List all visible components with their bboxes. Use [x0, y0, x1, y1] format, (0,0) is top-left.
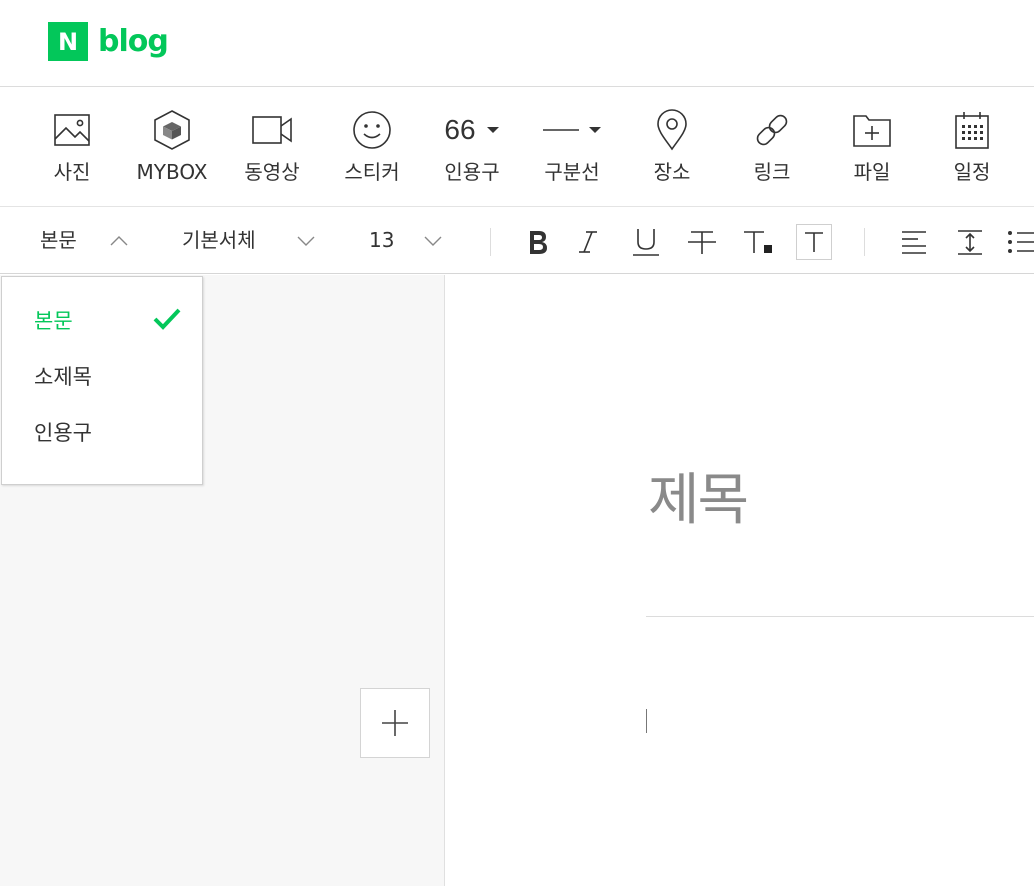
insert-divider-button[interactable]: 구분선 — [522, 108, 622, 184]
align-left-button[interactable] — [896, 224, 932, 260]
underline-icon — [633, 229, 659, 256]
insert-sticker-label: 스티커 — [344, 160, 400, 184]
mybox-icon — [122, 108, 222, 152]
insert-link-button[interactable]: 링크 — [722, 108, 822, 184]
insert-video-button[interactable]: 동영상 — [222, 108, 322, 184]
divider-dropdown-caret-icon — [589, 127, 601, 133]
insert-quote-button[interactable]: 66 인용구 — [422, 108, 522, 184]
insert-photo-button[interactable]: 사진 — [22, 108, 122, 184]
post-title-input[interactable]: 제목 — [648, 466, 749, 536]
insert-file-button[interactable]: 파일 — [822, 108, 922, 184]
italic-button[interactable] — [570, 224, 606, 260]
video-icon — [222, 108, 322, 152]
check-icon — [153, 308, 181, 330]
style-option-body[interactable]: 본문 — [34, 307, 73, 335]
naver-blog-logo[interactable]: N blog — [48, 22, 169, 61]
toolbar-divider — [490, 228, 491, 256]
list-icon — [1008, 231, 1034, 253]
align-left-icon — [902, 231, 926, 254]
chevron-down-icon[interactable] — [296, 235, 316, 247]
quote-dropdown-caret-icon — [486, 127, 499, 133]
header: N blog — [0, 0, 1034, 87]
font-color-button[interactable] — [740, 224, 776, 260]
insert-place-button[interactable]: 장소 — [622, 108, 722, 184]
title-divider — [646, 616, 1034, 617]
insert-toolbar: 사진 MYBOX 동영상 스티커 66 인용구 구분선 장소 링크 파일 일정 — [0, 88, 1034, 207]
format-toolbar: 본문 기본서체 13 — [0, 208, 1034, 274]
quote-icon: 66 — [422, 108, 522, 152]
calendar-icon — [922, 108, 1022, 152]
font-color-icon — [744, 231, 772, 253]
style-option-subtitle[interactable]: 소제목 — [34, 363, 92, 391]
image-icon — [22, 108, 122, 152]
insert-link-label: 링크 — [753, 160, 791, 184]
add-component-button[interactable] — [360, 688, 430, 758]
quote-glyph: 66 — [444, 114, 476, 145]
italic-icon — [579, 231, 597, 253]
font-family-select[interactable]: 기본서체 — [182, 227, 256, 253]
bold-icon — [530, 231, 547, 254]
strikethrough-button[interactable] — [684, 224, 720, 260]
background-color-icon — [805, 232, 823, 252]
line-height-icon — [958, 230, 982, 255]
chevron-down-icon[interactable] — [423, 235, 443, 247]
bold-button[interactable] — [520, 224, 556, 260]
insert-sticker-button[interactable]: 스티커 — [322, 108, 422, 184]
paragraph-style-select[interactable]: 본문 — [40, 227, 77, 253]
blog-logo-text: blog — [98, 24, 169, 59]
insert-photo-label: 사진 — [53, 160, 91, 184]
plus-icon — [382, 710, 408, 736]
insert-schedule-label: 일정 — [953, 160, 991, 184]
insert-place-label: 장소 — [653, 160, 691, 184]
list-button[interactable] — [1004, 224, 1034, 260]
chevron-up-icon[interactable] — [109, 235, 129, 247]
insert-file-label: 파일 — [853, 160, 891, 184]
insert-mybox-label: MYBOX — [136, 160, 208, 184]
font-size-select[interactable]: 13 — [369, 227, 394, 253]
insert-video-label: 동영상 — [244, 160, 300, 184]
naver-logo-mark: N — [48, 22, 88, 61]
insert-mybox-button[interactable]: MYBOX — [122, 108, 222, 184]
style-option-quote[interactable]: 인용구 — [34, 419, 92, 447]
file-add-icon — [822, 108, 922, 152]
text-cursor[interactable] — [646, 709, 647, 733]
insert-divider-label: 구분선 — [544, 160, 600, 184]
underline-button[interactable] — [628, 224, 664, 260]
map-pin-icon — [622, 108, 722, 152]
insert-quote-label: 인용구 — [444, 160, 500, 184]
divider-icon — [522, 108, 622, 152]
strikethrough-icon — [688, 231, 716, 254]
paragraph-style-dropdown: 본문 소제목 인용구 — [1, 276, 203, 485]
link-icon — [722, 108, 822, 152]
toolbar-divider — [864, 228, 865, 256]
background-color-button[interactable] — [796, 224, 832, 260]
insert-schedule-button[interactable]: 일정 — [922, 108, 1022, 184]
line-height-button[interactable] — [952, 224, 988, 260]
smiley-icon — [322, 108, 422, 152]
